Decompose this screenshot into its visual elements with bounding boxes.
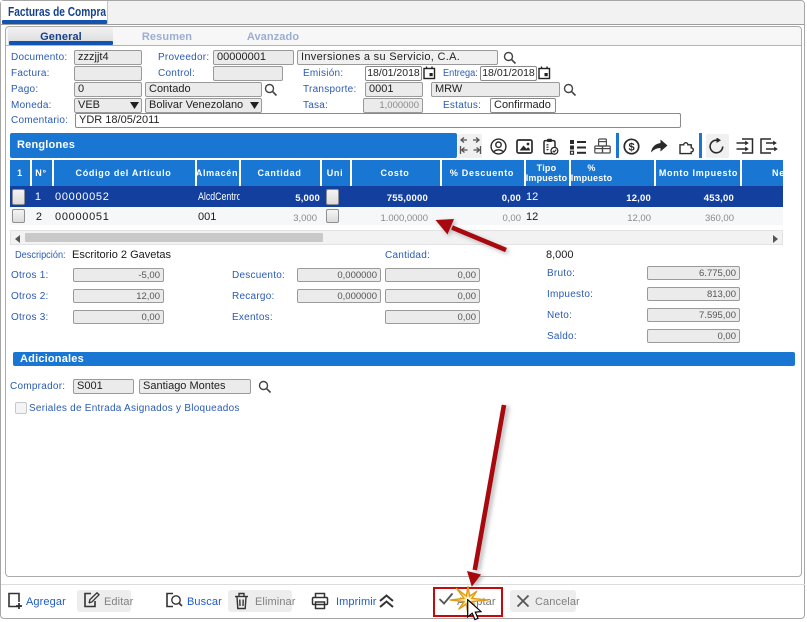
- svg-text:$: $: [628, 141, 634, 153]
